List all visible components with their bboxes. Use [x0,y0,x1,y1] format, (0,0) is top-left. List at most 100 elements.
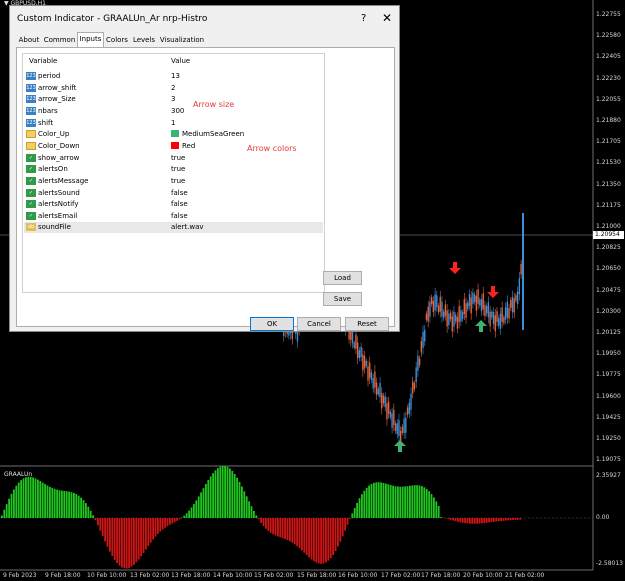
input-name: alertsOn [38,165,68,174]
histogram-bar [147,518,150,546]
input-value[interactable]: 1 [171,118,175,129]
histogram-bar [173,518,176,523]
price-tick: 1.22230 [596,74,621,82]
histogram-bar [272,518,274,535]
input-value[interactable]: 2 [171,83,175,94]
histogram-bar [447,518,450,520]
histogram-bar [351,513,354,518]
tab-inputs[interactable]: Inputs [77,32,104,47]
input-row-alertsOn[interactable]: ✓ alertsOn true [24,164,323,175]
histogram-bar [178,518,181,520]
help-button[interactable]: ? [361,13,366,24]
candle-body [365,360,367,367]
histogram-bar [202,488,205,518]
reset-button[interactable]: Reset [345,317,389,331]
indicator-tick: -2.58013 [596,560,623,567]
input-row-show_arrow[interactable]: ✓ show_arrow true [24,153,323,164]
bool-icon: ✓ [26,153,36,162]
histogram-bar [44,484,46,518]
histogram-bar [406,486,409,518]
input-row-alertsSound[interactable]: ✓ alertsSound false [24,188,323,199]
input-row-Color_Up[interactable]: Color_Up MediumSeaGreen [24,129,323,140]
candle-body [441,301,443,317]
time-tick: 14 Feb 10:00 [213,572,253,579]
input-value[interactable]: true [171,176,185,187]
save-button[interactable]: Save [323,292,362,306]
input-row-alertsMessage[interactable]: ✓ alertsMessage true [24,176,323,187]
candle-body [412,381,414,394]
load-button[interactable]: Load [323,271,362,285]
histogram-bar [190,507,193,518]
input-value[interactable]: false [171,188,188,199]
candle-body [480,299,483,312]
input-row-alertsEmail[interactable]: ✓ alertsEmail false [24,211,323,222]
histogram-bar [517,518,519,520]
tab-common[interactable]: Common [42,33,77,46]
custom-indicator-dialog: Custom Indicator - GRAALUn_Ar nrp-Histro… [9,5,400,332]
tab-colors[interactable]: Colors [104,33,130,46]
histogram-bar [46,485,49,518]
input-value[interactable]: alert.wav [171,222,204,233]
histogram-bar [286,518,289,541]
candle-body [356,342,359,358]
histogram-bar [488,518,490,523]
input-value[interactable]: false [171,199,188,210]
input-value[interactable]: 13 [171,71,180,82]
histogram-bar [149,518,152,543]
tab-levels[interactable]: Levels [130,33,158,46]
histogram-bar [70,492,73,518]
input-row-soundFile[interactable]: ab soundFile alert.wav [24,222,323,234]
histogram-bar [454,518,457,522]
histogram-bar [104,518,106,542]
ok-button[interactable]: OK [250,317,294,331]
histogram-bar [423,487,426,518]
input-row-arrow_Size[interactable]: 123 arrow_Size 3 [24,94,323,105]
candle-body [503,317,505,323]
close-icon[interactable]: ✕ [382,11,392,25]
candle-body [430,297,433,305]
input-row-period[interactable]: 123 period 13 [24,71,323,82]
histogram-bar [217,468,219,518]
input-row-nbars[interactable]: 123 nbars 300 [24,106,323,117]
candle-body [424,329,426,342]
histogram-bar [353,507,356,518]
input-value[interactable]: false [171,211,188,222]
tab-about[interactable]: About [16,33,42,46]
input-value-text: 300 [171,106,185,115]
input-value[interactable]: true [171,164,185,175]
histogram-bar [325,518,327,563]
input-value[interactable]: 3 [171,94,175,105]
candle-body [436,295,438,307]
input-value[interactable]: Red [171,141,195,152]
candle-body [501,307,503,322]
input-value[interactable]: 300 [171,106,184,117]
input-value[interactable]: true [171,153,185,164]
histogram-bar [111,518,114,556]
price-tick: 1.22580 [596,32,621,40]
tab-visualization[interactable]: Visualization [158,33,206,46]
price-tick: 1.21530 [596,159,621,167]
time-tick: 17 Feb 02:00 [381,572,421,579]
candle-body [516,291,519,305]
input-row-shift[interactable]: 123 shift 1 [24,118,323,129]
input-row-alertsNotify[interactable]: ✓ alertsNotify false [24,199,323,210]
histogram-bar [502,518,505,521]
candle-body [496,311,498,322]
cancel-button[interactable]: Cancel [297,317,341,331]
histogram-bar [125,518,128,569]
histogram-bar [231,470,234,518]
histogram-bar [77,495,80,518]
time-tick: 15 Feb 02:00 [254,572,294,579]
histogram-bar [428,491,430,518]
input-value[interactable]: MediumSeaGreen [171,129,244,140]
histogram-bar [289,518,291,542]
input-row-arrow_shift[interactable]: 123 arrow_shift 2 [24,83,323,94]
candle-body [393,409,395,425]
histogram-bar [245,496,248,518]
histogram-bar [49,486,51,518]
price-tick: 1.19250 [596,435,621,442]
inputs-grid[interactable]: Variable Value 123 period 13 123 arrow_shift… [22,53,325,293]
histogram-bar [154,518,157,537]
histogram-bar [389,485,392,518]
histogram-bar [255,515,258,518]
